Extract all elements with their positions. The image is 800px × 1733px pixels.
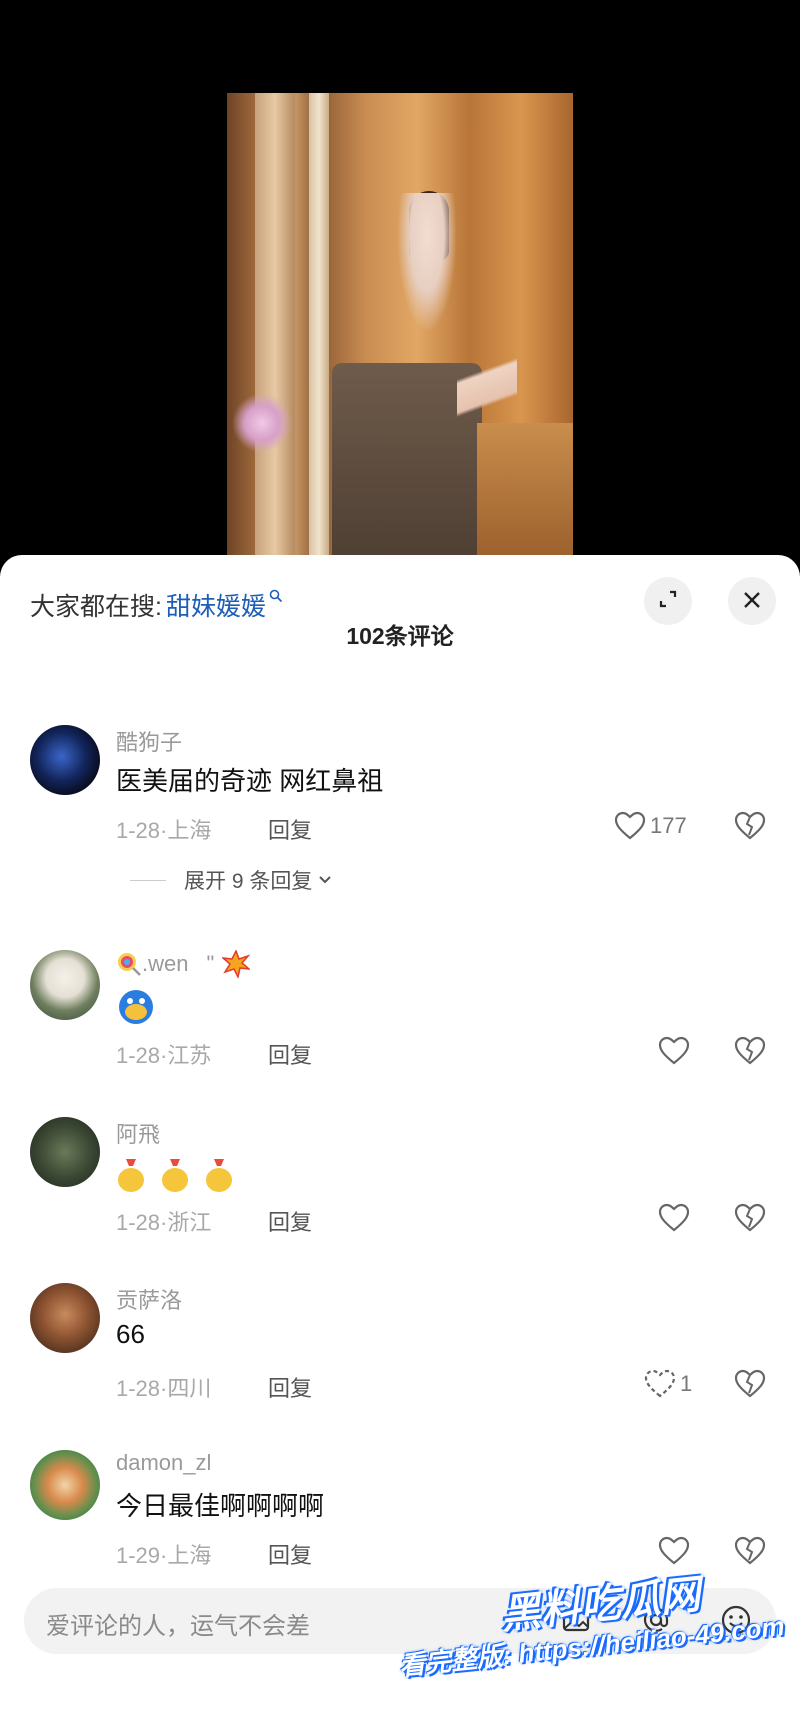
comment-emoji-row <box>116 1155 234 1193</box>
comment-text: 今日最佳啊啊啊啊 <box>116 1491 325 1521</box>
reply-button[interactable]: 回复 <box>268 1538 312 1570</box>
lollipop-icon <box>118 953 141 976</box>
reply-button[interactable]: 回复 <box>268 1205 312 1237</box>
close-icon <box>742 586 762 616</box>
avatar[interactable] <box>30 1117 100 1187</box>
like-button[interactable] <box>658 1036 694 1066</box>
broken-heart-icon <box>734 1536 766 1565</box>
avatar[interactable] <box>30 725 100 795</box>
comment-meta: 1-28·四川 <box>116 1371 211 1403</box>
heart-icon <box>614 811 646 840</box>
comments-count: 102条评论 <box>346 623 454 649</box>
broken-heart-icon <box>734 1369 766 1398</box>
like-count: 1 <box>680 1371 693 1396</box>
comment-username: .wen <box>142 951 189 976</box>
comment-username[interactable]: 贡萨洛 <box>116 1283 182 1315</box>
explosion-icon <box>222 950 251 978</box>
dislike-button[interactable] <box>734 1536 766 1571</box>
comment-location: 江苏 <box>167 1043 212 1068</box>
video-player[interactable] <box>0 0 800 560</box>
video-scene-flower <box>232 393 292 453</box>
comment-meta: 1-28·上海 <box>116 813 211 845</box>
broken-heart-icon <box>734 811 766 840</box>
comment-location: 上海 <box>167 1543 212 1568</box>
divider-line <box>130 879 166 881</box>
comment-meta: 1-29·上海 <box>116 1538 211 1570</box>
comment-date: 1-28 <box>116 1376 161 1401</box>
comment-username[interactable]: damon_zl <box>116 1450 211 1476</box>
comment-username[interactable]: 酷狗子 <box>116 725 182 757</box>
video-scene-legs <box>457 313 517 513</box>
comment-meta: 1-28·江苏 <box>116 1038 211 1070</box>
video-scene-figure <box>397 193 457 333</box>
comment-username-row[interactable]: .wen " <box>116 950 251 978</box>
money-bag-icon <box>162 1159 188 1192</box>
expand-replies-label: 展开 9 条回复 <box>184 870 313 893</box>
comment-date: 1-28 <box>116 1210 161 1235</box>
heart-icon <box>658 1536 690 1565</box>
comment-date: 1-28 <box>116 1043 161 1068</box>
video-frame[interactable] <box>227 93 573 560</box>
comment-meta: 1-28·浙江 <box>116 1205 211 1237</box>
comments-sheet: 大家都在搜: 甜妹媛媛 102条评论 酷狗子 医美届的奇迹 网红鼻祖 1-28·… <box>0 555 800 1733</box>
comment-location: 上海 <box>167 818 212 843</box>
heart-icon <box>644 1369 676 1398</box>
comment-date: 1-29 <box>116 1543 161 1568</box>
like-button[interactable] <box>658 1203 694 1233</box>
comment-username[interactable]: 阿飛 <box>116 1117 160 1149</box>
broken-heart-icon <box>734 1203 766 1232</box>
like-button[interactable]: 1 <box>644 1369 692 1399</box>
like-button[interactable]: 177 <box>614 811 687 841</box>
heart-icon <box>658 1036 690 1065</box>
avatar[interactable] <box>30 1283 100 1353</box>
expand-icon <box>658 589 678 614</box>
expand-replies-button[interactable]: 展开 9 条回复 <box>130 865 334 895</box>
comment-emoji <box>116 986 156 1032</box>
username-suffix: " <box>206 951 215 976</box>
reply-button[interactable]: 回复 <box>268 813 312 845</box>
comment-location: 四川 <box>167 1376 212 1401</box>
like-count: 177 <box>650 813 687 838</box>
heart-icon <box>658 1203 690 1232</box>
video-scene-pillar <box>255 93 295 560</box>
reply-button[interactable]: 回复 <box>268 1038 312 1070</box>
comment-text: 医美届的奇迹 网红鼻祖 <box>116 766 384 796</box>
broken-heart-icon <box>734 1036 766 1065</box>
video-scene-pillar-2 <box>309 93 329 560</box>
chevron-down-icon <box>319 876 332 884</box>
dislike-button[interactable] <box>734 1203 766 1238</box>
comment-date: 1-28 <box>116 818 161 843</box>
avatar[interactable] <box>30 1450 100 1520</box>
comment-input-placeholder: 爱评论的人，运气不会差 <box>46 1613 310 1640</box>
money-bag-icon <box>206 1159 232 1192</box>
reply-button[interactable]: 回复 <box>268 1371 312 1403</box>
comment-text: 66 <box>116 1319 145 1349</box>
comment-location: 浙江 <box>167 1210 212 1235</box>
search-icon <box>269 589 283 606</box>
dislike-button[interactable] <box>734 1036 766 1071</box>
money-bag-icon <box>118 1159 144 1192</box>
dislike-button[interactable] <box>734 811 766 846</box>
avatar[interactable] <box>30 950 100 1020</box>
dislike-button[interactable] <box>734 1369 766 1404</box>
